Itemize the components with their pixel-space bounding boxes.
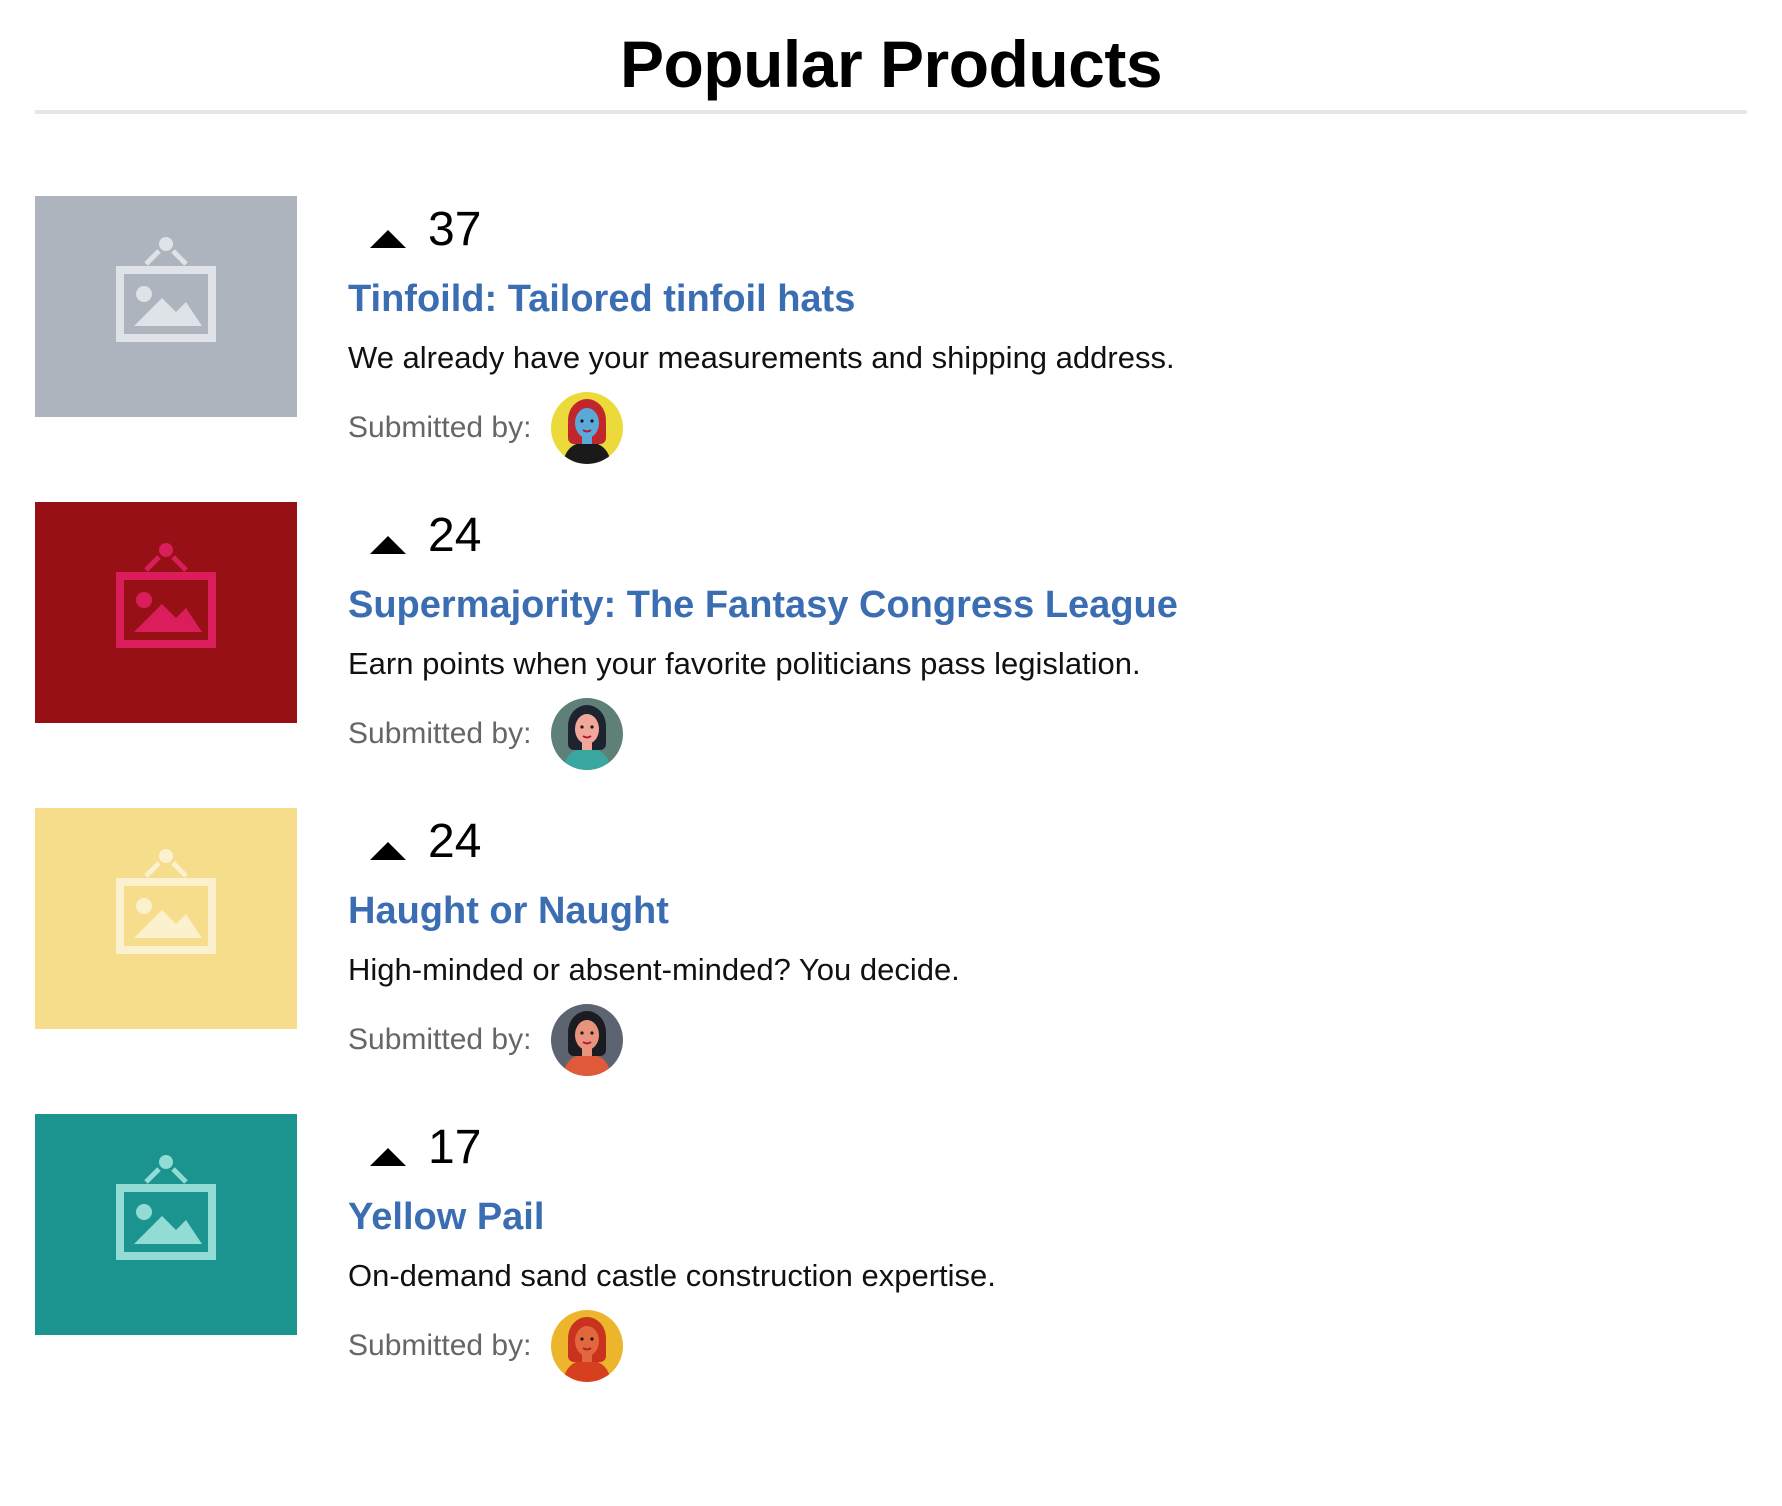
submitted-by: Submitted by: <box>348 1310 624 1382</box>
product-image[interactable] <box>35 1114 297 1335</box>
product-description: High-minded or absent-minded? You decide… <box>348 952 960 987</box>
avatar-illustration-icon <box>551 1310 624 1382</box>
product-image[interactable] <box>35 502 297 723</box>
vote-row: 17 <box>348 1120 481 1176</box>
product-title-link[interactable]: Supermajority: The Fantasy Congress Leag… <box>348 582 1178 628</box>
submitted-by-label: Submitted by: <box>348 1023 532 1056</box>
page-header: Popular Products <box>35 0 1747 114</box>
product-item: 37 Tinfoild: Tailored tinfoil hats We al… <box>35 196 1747 464</box>
product-image[interactable] <box>35 196 297 417</box>
product-title-link[interactable]: Tinfoild: Tailored tinfoil hats <box>348 276 855 322</box>
submitted-by: Submitted by: <box>348 698 624 770</box>
upvote-icon[interactable] <box>370 536 406 554</box>
avatar-illustration-icon <box>551 1004 624 1076</box>
product-item: 17 Yellow Pail On-demand sand castle con… <box>35 1114 1747 1382</box>
product-title-link[interactable]: Yellow Pail <box>348 1194 544 1240</box>
avatar[interactable] <box>551 1004 624 1076</box>
vote-count: 24 <box>428 509 482 562</box>
image-placeholder-icon <box>116 543 216 648</box>
product-item: 24 Haught or Naught High-minded or absen… <box>35 808 1747 1076</box>
product-list: 37 Tinfoild: Tailored tinfoil hats We al… <box>35 196 1747 1420</box>
avatar-illustration-icon <box>551 392 624 464</box>
vote-count: 37 <box>428 203 482 256</box>
image-placeholder-icon <box>116 1155 216 1260</box>
avatar[interactable] <box>551 698 624 770</box>
product-description: On-demand sand castle construction exper… <box>348 1258 996 1293</box>
image-placeholder-icon <box>116 849 216 954</box>
avatar-illustration-icon <box>551 698 624 770</box>
page-title: Popular Products <box>619 27 1163 101</box>
product-description: Earn points when your favorite politicia… <box>348 646 1141 681</box>
product-image[interactable] <box>35 808 297 1029</box>
product-item: 24 Supermajority: The Fantasy Congress L… <box>35 502 1747 770</box>
vote-count: 17 <box>428 1121 482 1174</box>
upvote-icon[interactable] <box>370 842 406 860</box>
vote-row: 24 <box>348 508 481 564</box>
product-title-link[interactable]: Haught or Naught <box>348 888 669 934</box>
vote-row: 24 <box>348 814 481 870</box>
upvote-icon[interactable] <box>370 230 406 248</box>
submitted-by-label: Submitted by: <box>348 717 532 750</box>
submitted-by-label: Submitted by: <box>348 1329 532 1362</box>
product-description: We already have your measurements and sh… <box>348 340 1175 375</box>
vote-count: 24 <box>428 815 482 868</box>
submitted-by: Submitted by: <box>348 1004 624 1076</box>
avatar[interactable] <box>551 1310 624 1382</box>
image-placeholder-icon <box>116 237 216 342</box>
vote-row: 37 <box>348 202 481 258</box>
avatar[interactable] <box>551 392 624 464</box>
submitted-by: Submitted by: <box>348 392 624 464</box>
upvote-icon[interactable] <box>370 1148 406 1166</box>
submitted-by-label: Submitted by: <box>348 411 532 444</box>
